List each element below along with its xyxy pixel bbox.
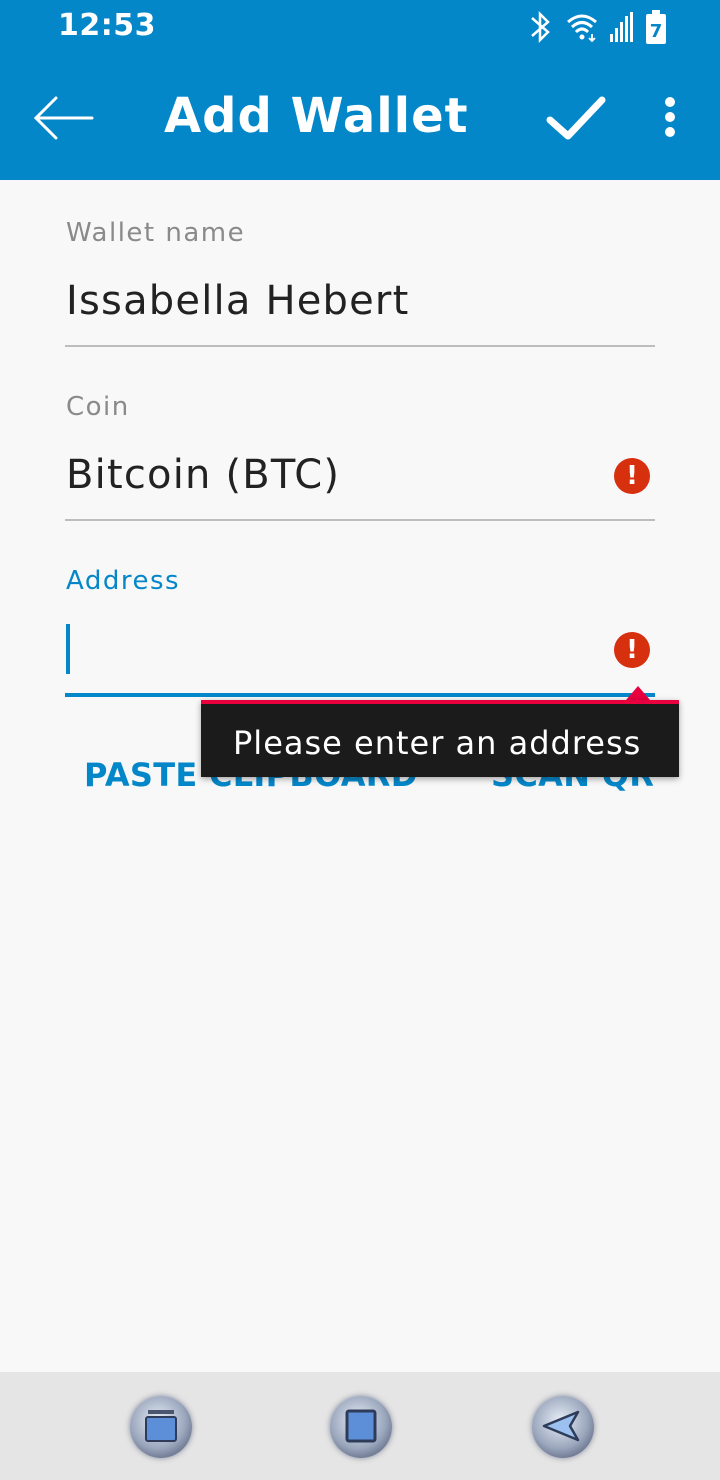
address-input[interactable] [66,626,606,676]
status-icons: 7 [531,10,666,44]
address-error-icon: ! [614,632,650,668]
wallet-name-underline [65,345,655,347]
svg-text:7: 7 [650,21,663,42]
more-vertical-icon[interactable] [650,92,690,142]
recent-apps-icon [145,1410,177,1442]
address-label: Address [66,566,181,596]
tooltip-arrow [626,686,650,700]
wallet-name-label: Wallet name [66,218,246,248]
coin-label: Coin [66,392,130,422]
signal-icon [610,12,633,42]
coin-error-icon: ! [614,458,650,494]
error-tooltip: Please enter an address [201,700,679,777]
home-button[interactable] [330,1396,392,1458]
coin-select[interactable]: Bitcoin (BTC) [66,452,340,498]
app-bar: 12:53 7 Add Wallet [0,0,720,180]
back-triangle-icon [542,1410,580,1442]
back-arrow-icon[interactable] [26,86,98,150]
navigation-bar [0,1372,720,1480]
text-cursor [66,624,70,674]
recent-apps-button[interactable] [130,1396,192,1458]
bluetooth-icon [531,10,550,44]
tooltip-message: Please enter an address [233,724,642,762]
checkmark-icon[interactable] [540,88,610,148]
wifi-icon [567,14,597,43]
address-underline [65,693,655,697]
back-button[interactable] [532,1396,594,1458]
battery-icon: 7 [646,10,666,44]
wallet-name-input[interactable]: Issabella Hebert [66,278,409,324]
status-time: 12:53 [58,8,156,43]
coin-underline [65,519,655,521]
home-icon [345,1409,377,1443]
page-title: Add Wallet [164,88,469,144]
